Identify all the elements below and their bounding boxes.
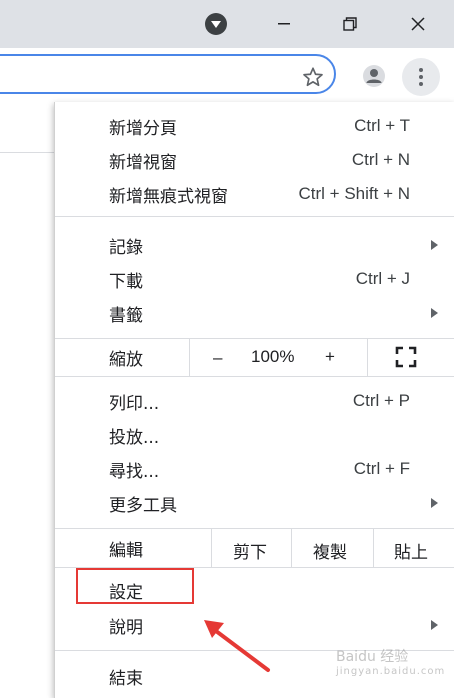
menu-item-bookmarks[interactable]: 書籤 (55, 296, 454, 330)
restore-icon (343, 17, 357, 31)
edit-label: 編輯 (109, 540, 143, 561)
minimize-icon (278, 23, 290, 25)
copy-button[interactable]: 複製 (313, 538, 347, 563)
menu-item-label: 新增無痕式視窗 (109, 186, 228, 207)
bookmark-star-button[interactable] (300, 64, 326, 90)
watermark-text: Baidu 经验 (336, 649, 409, 665)
menu-item-shortcut: Ctrl + T (354, 116, 410, 135)
menu-separator (55, 376, 454, 377)
menu-item-shortcut: Ctrl + F (353, 459, 410, 478)
browser-toolbar (0, 48, 454, 104)
menu-item-cast[interactable]: 投放... (55, 418, 454, 452)
fullscreen-icon (395, 346, 417, 368)
submenu-arrow-icon (431, 240, 438, 250)
minimize-button[interactable] (264, 0, 304, 48)
kebab-menu-icon (419, 68, 423, 86)
page-divider (0, 152, 54, 153)
edit-divider (373, 529, 374, 567)
menu-item-label: 列印... (109, 393, 160, 414)
watermark-subtext: jingyan.baidu.com (336, 666, 446, 677)
menu-item-history[interactable]: 記錄 (55, 228, 454, 262)
menu-item-label: 結束 (109, 668, 143, 689)
menu-item-shortcut: Ctrl + N (351, 150, 410, 169)
menu-item-new-window[interactable]: 新增視窗 Ctrl + N (55, 143, 454, 177)
submenu-arrow-icon (431, 308, 438, 318)
menu-item-more-tools[interactable]: 更多工具 (55, 486, 454, 520)
menu-item-new-tab[interactable]: 新增分頁 Ctrl + T (55, 109, 454, 143)
zoom-out-button[interactable]: – (213, 348, 222, 368)
zoom-label: 縮放 (109, 350, 143, 370)
menu-item-label: 尋找... (109, 461, 160, 482)
menu-item-label: 書籤 (109, 305, 143, 326)
menu-separator (55, 216, 454, 217)
menu-item-downloads[interactable]: 下載 Ctrl + J (55, 262, 454, 296)
cut-button[interactable]: 剪下 (233, 538, 267, 563)
menu-item-label: 新增分頁 (109, 118, 177, 139)
menu-item-label: 更多工具 (109, 495, 177, 516)
settings-highlight-box (76, 568, 194, 604)
menu-item-label: 投放... (109, 427, 160, 448)
star-icon (303, 67, 323, 87)
menu-item-label: 說明 (109, 617, 143, 638)
edit-divider (211, 529, 212, 567)
edit-divider (291, 529, 292, 567)
close-button[interactable] (398, 0, 438, 48)
watermark: Baidu 经验 jingyan.baidu.com (336, 646, 445, 677)
tab-search-button[interactable] (200, 0, 232, 48)
menu-item-shortcut: Ctrl + J (355, 269, 410, 288)
menu-item-label: 下載 (109, 271, 143, 292)
title-bar (0, 0, 454, 48)
submenu-arrow-icon (431, 498, 438, 508)
fullscreen-button[interactable] (395, 346, 417, 368)
menu-item-find[interactable]: 尋找... Ctrl + F (55, 452, 454, 486)
chrome-main-menu: 新增分頁 Ctrl + T 新增視窗 Ctrl + N 新增無痕式視窗 Ctrl… (54, 102, 454, 698)
zoom-divider (189, 339, 190, 376)
menu-item-label: 新增視窗 (109, 152, 177, 173)
paste-button[interactable]: 貼上 (394, 538, 428, 563)
menu-item-print[interactable]: 列印... Ctrl + P (55, 384, 454, 418)
zoom-level: 100% (251, 347, 295, 366)
submenu-arrow-icon (431, 620, 438, 630)
menu-item-shortcut: Ctrl + P (352, 391, 410, 410)
menu-item-label: 記錄 (109, 237, 143, 258)
zoom-divider (367, 339, 368, 376)
zoom-in-button[interactable]: + (325, 347, 335, 367)
menu-item-new-incognito-window[interactable]: 新增無痕式視窗 Ctrl + Shift + N (55, 177, 454, 211)
close-icon (411, 17, 425, 31)
chrome-menu-button[interactable] (402, 58, 440, 96)
dropdown-icon (205, 13, 227, 35)
annotation-arrow-icon (204, 620, 270, 672)
restore-button[interactable] (330, 0, 370, 48)
address-bar[interactable] (0, 54, 336, 94)
profile-icon (363, 65, 385, 87)
profile-button[interactable] (358, 60, 390, 92)
menu-item-shortcut: Ctrl + Shift + N (298, 184, 410, 203)
